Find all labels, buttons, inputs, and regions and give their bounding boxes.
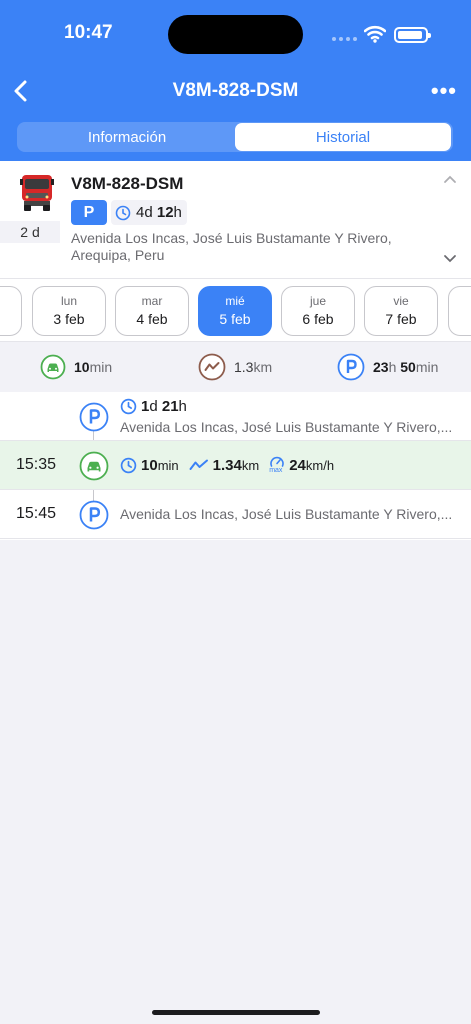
tab-historial[interactable]: Historial — [235, 123, 451, 151]
duration-hours-unit: h — [173, 204, 182, 221]
parking-icon — [79, 402, 109, 432]
day-name: mar — [141, 294, 163, 308]
drive-distance-unit: km — [241, 457, 260, 473]
clock-icon — [120, 457, 137, 473]
drive-stats: 10min 1.34km max 24km/h — [120, 455, 334, 475]
car-icon — [40, 354, 66, 380]
summary-park-minutes-unit: min — [415, 359, 439, 375]
car-icon — [79, 451, 109, 481]
day-chip[interactable]: mar 4 feb — [115, 286, 189, 336]
day-name: mié — [225, 294, 245, 308]
header: 10:47 V8M-828-DSM ••• Información Histor… — [0, 0, 471, 161]
drive-speed-value: 24 — [289, 456, 306, 474]
tab-segmented-control: Información Historial — [17, 122, 453, 152]
page-title: V8M-828-DSM — [172, 80, 299, 101]
status-bar: 10:47 — [0, 0, 471, 70]
timeline-item-parking[interactable]: 1d 21h Avenida Los Incas, José Luis Bust… — [0, 392, 471, 441]
status-time: 10:47 — [64, 22, 113, 43]
summary-drive-value: 10 — [74, 359, 90, 375]
drive-distance: 1.34km — [189, 456, 260, 474]
day-chip-next[interactable] — [448, 286, 471, 336]
day-date: 5 feb — [219, 311, 251, 327]
clock-icon — [120, 398, 137, 415]
summary-drive-unit: min — [89, 359, 113, 375]
parking-status-badge: P — [71, 200, 107, 225]
day-chip[interactable]: lun 3 feb — [32, 286, 106, 336]
dynamic-island — [168, 15, 303, 54]
summary-distance: 1.3km — [198, 353, 273, 381]
duration-hours: 21 — [161, 398, 179, 415]
day-date: 4 feb — [136, 311, 168, 327]
timeline-time: 15:35 — [16, 456, 57, 473]
day-date: 3 feb — [53, 311, 85, 327]
timeline-time: 15:45 — [16, 505, 57, 522]
day-name: vie — [393, 294, 409, 308]
chevron-down-icon[interactable] — [443, 253, 457, 263]
summary-parking-time: 23h 50min — [337, 353, 439, 381]
clock-icon — [115, 205, 131, 220]
route-icon — [198, 353, 226, 381]
navigation-bar: V8M-828-DSM ••• — [0, 70, 471, 114]
truck-icon — [20, 175, 54, 211]
timeline-address: Avenida Los Incas, José Luis Bustamante … — [120, 506, 453, 522]
home-indicator[interactable] — [152, 1010, 320, 1015]
duration-days-unit: d — [144, 204, 153, 221]
drive-speed-unit: km/h — [305, 457, 335, 473]
day-chip[interactable]: vie 7 feb — [364, 286, 438, 336]
parking-icon — [79, 500, 109, 530]
wifi-icon — [364, 25, 386, 43]
day-summary: 10min 1.3km 23h 50min — [0, 342, 471, 392]
day-date: 6 feb — [302, 311, 334, 327]
day-chip[interactable]: jue 6 feb — [281, 286, 355, 336]
signal-icon — [332, 37, 357, 41]
summary-distance-value: 1.3 — [234, 359, 254, 375]
speedometer-icon: max — [269, 455, 285, 475]
day-chip-selected[interactable]: mié 5 feb — [198, 286, 272, 336]
drive-duration-value: 10 — [141, 456, 158, 474]
duration-hours-unit: h — [178, 398, 187, 415]
tab-informacion[interactable]: Información — [19, 123, 235, 151]
vehicle-address: Avenida Los Incas, José Luis Bustamante … — [71, 230, 392, 263]
summary-distance-unit: km — [253, 359, 273, 375]
drive-distance-value: 1.34 — [212, 456, 242, 474]
summary-park-hours-unit: h — [388, 359, 397, 375]
day-name: lun — [60, 294, 77, 308]
summary-park-minutes: 50 — [400, 359, 416, 375]
duration-days-unit: d — [149, 398, 158, 415]
vehicle-plate: V8M-828-DSM — [71, 174, 184, 193]
status-duration-badge: 4d 12h — [111, 200, 187, 225]
battery-icon — [394, 27, 431, 43]
parking-icon — [337, 353, 365, 381]
day-selector[interactable]: lun 3 feb mar 4 feb mié 5 feb jue 6 feb … — [0, 279, 471, 342]
summary-park-hours: 23 — [373, 359, 389, 375]
summary-drive-time: 10min — [40, 354, 112, 380]
timeline-item-parking[interactable]: 15:45 Avenida Los Incas, José Luis Busta… — [0, 490, 471, 539]
drive-duration-unit: min — [157, 457, 179, 473]
more-icon[interactable]: ••• — [431, 78, 457, 104]
timeline-address: Avenida Los Incas, José Luis Bustamante … — [120, 419, 453, 435]
duration-hours: 12 — [156, 204, 174, 221]
drive-duration: 10min — [120, 457, 179, 474]
timeline-item-drive[interactable]: 15:35 10min 1.34km max 24km/h — [0, 441, 471, 490]
drive-max-speed: max 24km/h — [269, 455, 334, 475]
day-date: 7 feb — [385, 311, 417, 327]
timeline-duration: 1d 21h — [120, 398, 187, 415]
history-timeline: 1d 21h Avenida Los Incas, José Luis Bust… — [0, 392, 471, 540]
vehicle-card[interactable]: 2 d V8M-828-DSM P 4d 12h Avenida Los Inc… — [0, 161, 471, 279]
day-name: jue — [309, 294, 326, 308]
max-speed-tag: max — [269, 467, 283, 474]
route-icon — [189, 459, 208, 470]
days-badge: 2 d — [0, 221, 60, 243]
day-chip-prev[interactable] — [0, 286, 22, 336]
chevron-up-icon[interactable] — [443, 175, 457, 185]
